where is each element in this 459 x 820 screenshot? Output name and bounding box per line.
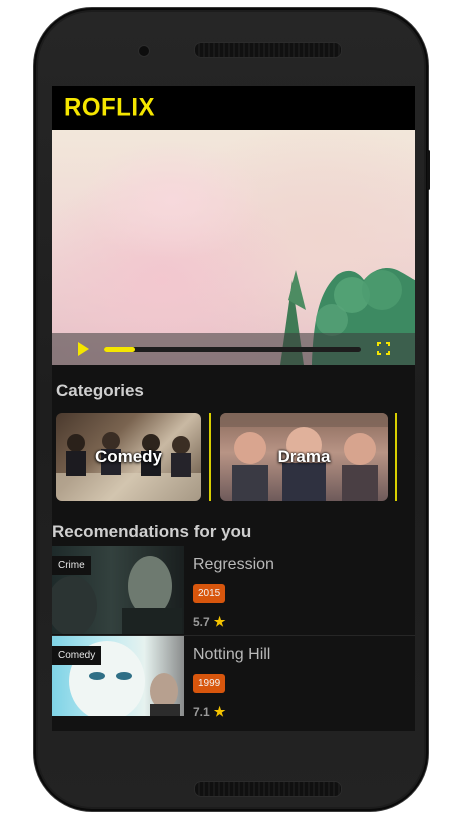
rating-value: 7.1 — [193, 705, 210, 719]
genre-badge: Comedy — [52, 646, 102, 665]
recommendation-item[interactable]: Crime Regression 2015 5.7 ★ — [52, 546, 415, 636]
category-card-comedy[interactable]: Comedy — [56, 413, 201, 501]
year-badge: 1999 — [193, 674, 226, 693]
video-frame-scenery — [280, 268, 415, 365]
star-icon: ★ — [213, 704, 226, 719]
star-icon: ★ — [213, 614, 226, 629]
app-screen: ROFLIX Categories Comedy Drama Recomenda… — [52, 86, 415, 731]
recommendation-item[interactable]: Comedy Notting Hill 1999 7.1 ★ — [52, 636, 415, 725]
volume-button — [427, 150, 430, 190]
player-controls — [52, 333, 415, 365]
movie-poster[interactable]: Comedy — [52, 636, 184, 716]
categories-heading: Categories — [56, 381, 144, 400]
genre-badge: Crime — [52, 556, 91, 575]
carousel-divider — [209, 413, 211, 501]
play-icon[interactable] — [78, 342, 89, 356]
progress-fill — [104, 346, 135, 352]
video-player[interactable] — [52, 130, 415, 365]
categories-carousel[interactable]: Comedy Drama — [52, 413, 415, 508]
category-card-drama[interactable]: Drama — [220, 413, 388, 501]
recommendations-heading: Recomendations for you — [52, 522, 252, 541]
rating: 7.1 ★ — [193, 704, 225, 720]
bottom-speaker — [194, 781, 342, 797]
category-label: Comedy — [94, 447, 163, 466]
rating-value: 5.7 — [193, 615, 210, 629]
carousel-divider — [395, 413, 397, 501]
app-logo: ROFLIX — [64, 93, 155, 122]
front-camera — [138, 45, 150, 57]
movie-title[interactable]: Notting Hill — [193, 646, 270, 664]
movie-title[interactable]: Regression — [193, 556, 274, 574]
app-bar: ROFLIX — [52, 86, 415, 130]
progress-track[interactable] — [104, 346, 361, 352]
rating: 5.7 ★ — [193, 614, 225, 630]
movie-poster[interactable]: Crime — [52, 546, 184, 634]
year-badge: 2015 — [193, 584, 226, 603]
fullscreen-icon[interactable] — [377, 342, 390, 355]
top-speaker — [194, 42, 342, 58]
category-label: Drama — [277, 447, 331, 466]
